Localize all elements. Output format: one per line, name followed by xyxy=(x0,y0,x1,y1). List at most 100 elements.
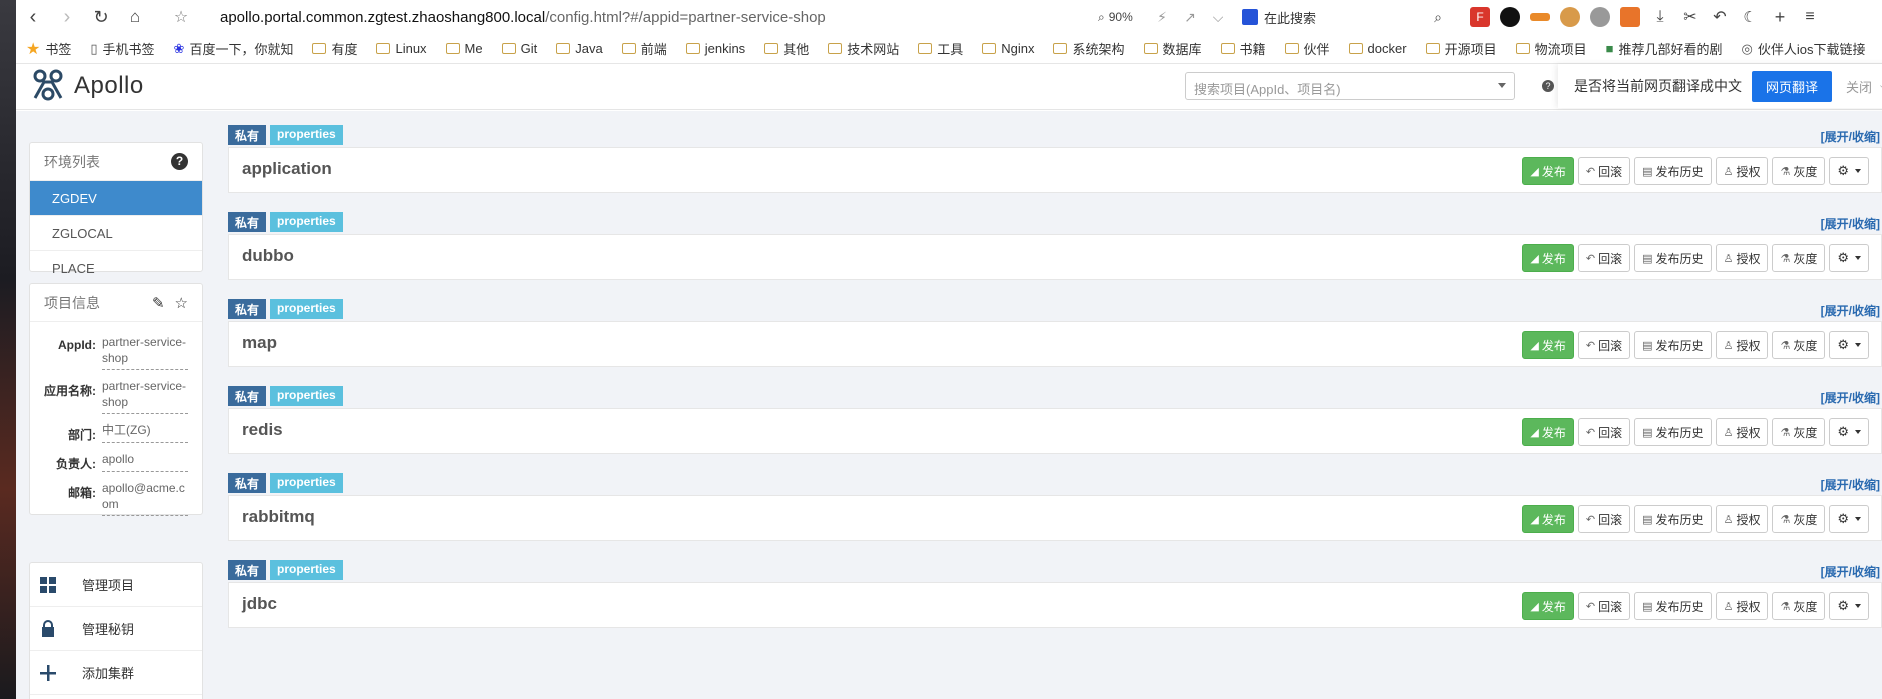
rollback-button[interactable]: ↶ 回滚 xyxy=(1577,331,1631,359)
bookmark-item[interactable]: 数据库 xyxy=(1143,39,1202,58)
settings-dropdown-button[interactable]: ⚙ xyxy=(1829,244,1869,272)
grant-button[interactable]: ♙ 授权 xyxy=(1715,592,1769,620)
bookmark-item[interactable]: 开源项目 xyxy=(1425,39,1497,58)
star-icon[interactable]: ☆ xyxy=(175,294,188,312)
namespace-header[interactable]: application ◢ 发布 ↶ 回滚 ▤ 发布历史 ♙ 授权 ⚗ 灰度 ⚙ xyxy=(228,147,1882,193)
bookmark-item[interactable]: ▯ 手机书签 xyxy=(90,39,154,58)
bookmark-item[interactable]: 伙伴 xyxy=(1284,39,1330,58)
menu-icon[interactable]: ≡ xyxy=(1800,7,1820,27)
grant-button[interactable]: ♙ 授权 xyxy=(1715,505,1769,533)
search-icon[interactable]: ⌕ xyxy=(1424,9,1452,26)
settings-dropdown-button[interactable]: ⚙ xyxy=(1829,505,1869,533)
publish-button[interactable]: ◢ 发布 xyxy=(1522,418,1574,446)
bookmark-item[interactable]: 系统架构 xyxy=(1053,39,1125,58)
expand-collapse-link[interactable]: [展开/收缩] xyxy=(1821,389,1880,406)
bookmark-item[interactable]: ◎ 伙伴人ios下载链接 xyxy=(1741,39,1865,58)
scissors-icon[interactable]: ✂ xyxy=(1680,7,1700,27)
namespace-header[interactable]: jdbc ◢ 发布 ↶ 回滚 ▤ 发布历史 ♙ 授权 ⚗ 灰度 ⚙ xyxy=(228,582,1882,628)
gray-release-button[interactable]: ⚗ 灰度 xyxy=(1772,244,1826,272)
bookmark-item[interactable]: 其他 xyxy=(764,39,809,58)
bookmark-item[interactable]: 前端 xyxy=(621,39,667,58)
help-icon[interactable]: ? xyxy=(1542,80,1554,92)
release-history-button[interactable]: ▤ 发布历史 xyxy=(1634,418,1712,446)
env-item[interactable]: ZGLOCAL xyxy=(30,216,202,251)
publish-button[interactable]: ◢ 发布 xyxy=(1522,244,1574,272)
bookmark-item[interactable]: Me xyxy=(445,41,483,56)
expand-collapse-link[interactable]: [展开/收缩] xyxy=(1821,476,1880,493)
home-icon[interactable]: ⌂ xyxy=(118,0,152,34)
publish-button[interactable]: ◢ 发布 xyxy=(1522,157,1574,185)
release-history-button[interactable]: ▤ 发布历史 xyxy=(1634,244,1712,272)
namespace-header[interactable]: redis ◢ 发布 ↶ 回滚 ▤ 发布历史 ♙ 授权 ⚗ 灰度 ⚙ xyxy=(228,408,1882,454)
bookmark-item[interactable]: 物流项目 xyxy=(1515,39,1587,58)
chevron-down-icon[interactable]: ⌵ xyxy=(1204,9,1232,26)
publish-button[interactable]: ◢ 发布 xyxy=(1522,505,1574,533)
back-icon[interactable]: ‹ xyxy=(16,0,50,34)
rollback-button[interactable]: ↶ 回滚 xyxy=(1577,505,1631,533)
expand-collapse-link[interactable]: [展开/收缩] xyxy=(1821,563,1880,580)
grant-button[interactable]: ♙ 授权 xyxy=(1715,157,1769,185)
rollback-button[interactable]: ↶ 回滚 xyxy=(1577,418,1631,446)
gray-release-button[interactable]: ⚗ 灰度 xyxy=(1772,157,1826,185)
share-icon[interactable]: ↗ xyxy=(1176,9,1204,26)
expand-collapse-link[interactable]: [展开/收缩] xyxy=(1821,215,1880,232)
moon-icon[interactable]: ☾ xyxy=(1740,7,1760,27)
side-menu-item[interactable]: 管理秘钥 xyxy=(30,607,202,651)
gray-release-button[interactable]: ⚗ 灰度 xyxy=(1772,418,1826,446)
translate-button[interactable]: 网页翻译 xyxy=(1752,70,1833,102)
side-menu-item[interactable]: 管理项目 xyxy=(30,563,202,607)
fe-extension-icon[interactable]: F xyxy=(1470,7,1490,27)
namespace-header[interactable]: rabbitmq ◢ 发布 ↶ 回滚 ▤ 发布历史 ♙ 授权 ⚗ 灰度 ⚙ xyxy=(228,495,1882,541)
amazon-extension-icon[interactable] xyxy=(1530,13,1550,21)
env-item[interactable]: ZGDEV xyxy=(30,181,202,216)
namespace-header[interactable]: map ◢ 发布 ↶ 回滚 ▤ 发布历史 ♙ 授权 ⚗ 灰度 ⚙ xyxy=(228,321,1882,367)
rollback-button[interactable]: ↶ 回滚 xyxy=(1577,592,1631,620)
bookmark-item[interactable]: ❀ 百度一下，你就知 xyxy=(174,39,294,58)
apollo-logo[interactable]: Apollo xyxy=(30,68,144,104)
bookmark-item[interactable]: 有度 xyxy=(312,39,357,58)
rollback-button[interactable]: ↶ 回滚 xyxy=(1577,244,1631,272)
web-search-input[interactable]: 在此搜索 xyxy=(1264,8,1424,27)
settings-dropdown-button[interactable]: ⚙ xyxy=(1829,157,1869,185)
release-history-button[interactable]: ▤ 发布历史 xyxy=(1634,157,1712,185)
bookmark-item[interactable]: Nginx xyxy=(982,41,1034,56)
translate-close-button[interactable]: 关闭 xyxy=(1846,77,1872,96)
release-history-button[interactable]: ▤ 发布历史 xyxy=(1634,331,1712,359)
search-engine[interactable]: 在此搜索 xyxy=(1242,8,1424,27)
publish-button[interactable]: ◢ 发布 xyxy=(1522,592,1574,620)
gray-release-button[interactable]: ⚗ 灰度 xyxy=(1772,331,1826,359)
release-history-button[interactable]: ▤ 发布历史 xyxy=(1634,592,1712,620)
settings-dropdown-button[interactable]: ⚙ xyxy=(1829,418,1869,446)
side-menu-item[interactable]: 添加集群 xyxy=(30,651,202,695)
bookmark-item[interactable]: Linux xyxy=(376,41,427,56)
forward-icon[interactable]: › xyxy=(50,0,84,34)
reload-icon[interactable]: ↻ xyxy=(84,0,118,34)
download-icon[interactable]: ⤓ xyxy=(1650,7,1670,27)
env-item[interactable]: PLACE xyxy=(30,251,202,286)
bookmark-item[interactable]: Java xyxy=(556,41,603,56)
project-search-select[interactable]: 搜索项目(AppId、项目名) xyxy=(1185,72,1515,100)
grant-button[interactable]: ♙ 授权 xyxy=(1715,244,1769,272)
release-history-button[interactable]: ▤ 发布历史 xyxy=(1634,505,1712,533)
new-tab-icon[interactable]: + xyxy=(1770,7,1790,27)
game-extension-icon[interactable] xyxy=(1620,7,1640,27)
gray-release-button[interactable]: ⚗ 灰度 xyxy=(1772,505,1826,533)
bookmark-item[interactable]: docker xyxy=(1348,41,1407,56)
namespace-header[interactable]: dubbo ◢ 发布 ↶ 回滚 ▤ 发布历史 ♙ 授权 ⚗ 灰度 ⚙ xyxy=(228,234,1882,280)
address-bar[interactable]: apollo.portal.common.zgtest.zhaoshang800… xyxy=(220,9,1090,26)
settings-extension-icon[interactable] xyxy=(1590,7,1610,27)
circle-extension-icon[interactable] xyxy=(1500,7,1520,27)
settings-dropdown-button[interactable]: ⚙ xyxy=(1829,592,1869,620)
edit-icon[interactable]: ✎ xyxy=(152,294,165,312)
bookmark-star-icon[interactable]: ☆ xyxy=(164,0,198,34)
bookmark-item[interactable]: jenkins xyxy=(685,41,745,56)
bookmark-item[interactable]: 技术网站 xyxy=(828,39,899,58)
gray-release-button[interactable]: ⚗ 灰度 xyxy=(1772,592,1826,620)
grant-button[interactable]: ♙ 授权 xyxy=(1715,418,1769,446)
grant-button[interactable]: ♙ 授权 xyxy=(1715,331,1769,359)
expand-collapse-link[interactable]: [展开/收缩] xyxy=(1821,128,1880,145)
undo-icon[interactable]: ↶ xyxy=(1710,7,1730,27)
bookmark-item[interactable]: ★ 书签 xyxy=(26,39,71,59)
help-icon[interactable]: ? xyxy=(171,153,188,170)
lightning-icon[interactable]: ⚡ xyxy=(1148,9,1176,26)
